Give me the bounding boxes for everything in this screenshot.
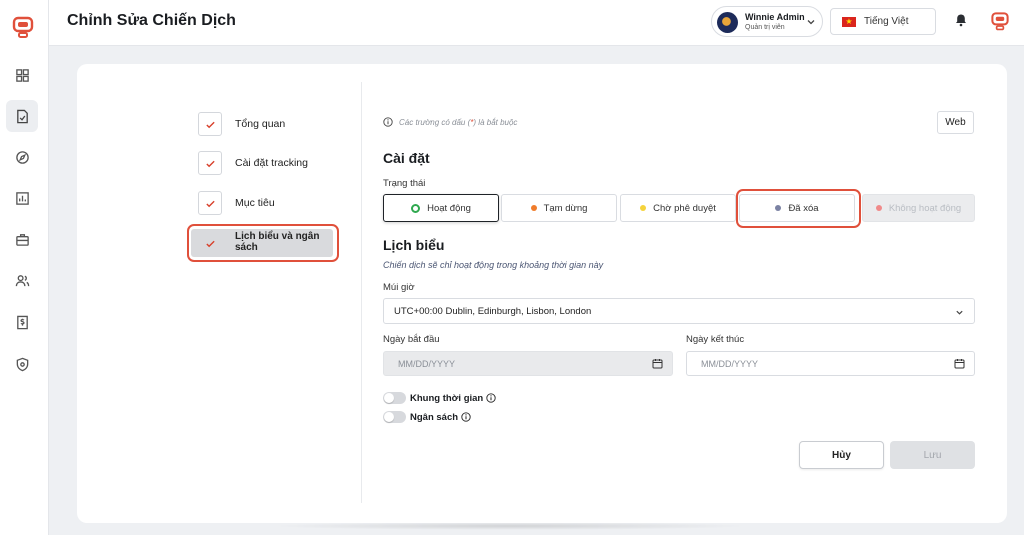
step-tracking-settings[interactable]: Cài đặt tracking [198,151,308,175]
step-label: Cài đặt tracking [235,157,308,169]
status-inactive-option: Không hoạt động [862,194,975,222]
status-label: Không hoạt động [888,202,962,214]
sidebar-item-explore[interactable] [6,141,38,173]
status-paused-option[interactable]: Tạm dừng [501,194,617,222]
card-shadow [270,522,750,530]
end-date-label: Ngày kết thúc [686,334,745,345]
start-date-input[interactable]: MM/DD/YYYY [383,351,673,376]
start-date-placeholder: MM/DD/YYYY [398,359,456,369]
users-icon [15,274,29,286]
schedule-title: Lịch biểu [383,237,445,253]
chart-icon [15,191,29,205]
user-role: Quản trị viên [745,24,785,31]
language-selector[interactable]: ★ Tiếng Việt [830,8,936,35]
step-check [198,112,222,136]
check-icon [205,200,215,207]
step-check [198,191,222,215]
budget-label: Ngân sách [410,411,459,423]
timezone-value: UTC+00:00 Dublin, Edinburgh, Lisbon, Lon… [394,306,592,317]
required-note-prefix: Các trường có dấu ( [399,117,471,127]
status-label: Chờ phê duyệt [653,202,716,214]
timeframe-toggle[interactable] [383,392,406,404]
status-label: Tạm dừng [543,202,588,214]
status-pending-option[interactable]: Chờ phê duyệt [620,194,736,222]
info-icon [383,117,393,127]
step-label: Tổng quan [235,118,286,130]
timezone-label: Múi giờ [383,282,415,293]
web-button[interactable]: Web [937,111,974,134]
timeframe-label: Khung thời gian [410,392,484,404]
check-icon [205,160,215,167]
invoice-icon [16,315,28,329]
end-date-placeholder: MM/DD/YYYY [701,359,759,369]
status-dot [530,205,537,211]
robot-logo-icon[interactable] [989,10,1011,32]
info-icon[interactable] [461,412,471,422]
language-label: Tiếng Việt [864,16,909,27]
sidebar-item-users[interactable] [6,264,38,296]
status-dot [411,203,421,213]
chevron-down-icon [807,20,815,25]
status-label: Trạng thái [383,178,426,189]
step-check [198,151,222,175]
vietnam-flag-icon: ★ [842,17,856,27]
timeframe-toggle-row: Khung thời gian [383,392,496,404]
highlight-outline [736,189,861,228]
status-label: Hoạt động [427,202,471,214]
sidebar-item-campaigns[interactable] [6,100,38,132]
sidebar-item-reports[interactable] [6,182,38,214]
calendar-icon[interactable] [954,358,965,369]
step-goals[interactable]: Mục tiêu [198,191,275,215]
budget-toggle[interactable] [383,411,406,423]
schedule-subtitle: Chiến dịch sẽ chỉ hoạt động trong khoảng… [383,260,604,270]
top-header: Chỉnh Sửa Chiến Dịch Winnie Admin Quản t… [49,0,1024,46]
end-date-input[interactable]: MM/DD/YYYY [686,351,975,376]
required-note-suffix: ) là bắt buộc [473,117,518,127]
sidebar-item-billing[interactable] [6,306,38,338]
briefcase-icon [15,233,29,246]
status-dot [640,205,647,211]
info-icon[interactable] [486,393,496,403]
check-icon [205,121,215,128]
highlight-outline [187,224,339,262]
sidebar-item-tools[interactable] [6,223,38,255]
status-dot [875,205,882,211]
divider [361,82,362,503]
cancel-button[interactable]: Hủy [799,441,884,469]
budget-toggle-row: Ngân sách [383,411,471,423]
save-button[interactable]: Lưu [890,441,975,469]
user-menu[interactable]: Winnie Admin Quản trị viên [711,6,823,37]
robot-logo-icon[interactable] [10,14,36,40]
start-date-label: Ngày bắt đầu [383,334,440,345]
step-label: Mục tiêu [235,197,275,209]
timezone-select[interactable]: UTC+00:00 Dublin, Edinburgh, Lisbon, Lon… [383,298,975,324]
sidebar [0,0,49,535]
edit-campaign-card: Tổng quan Cài đặt tracking Mục tiêu Lịch… [77,64,1007,523]
avatar [717,12,738,33]
status-active-option[interactable]: Hoạt động [383,194,499,222]
compass-icon [15,150,29,164]
step-overview[interactable]: Tổng quan [198,112,285,136]
required-note: Các trường có dấu ( * ) là bắt buộc [383,117,517,127]
calendar-icon[interactable] [652,358,663,369]
dashboard-icon [15,68,29,82]
chevron-down-icon [956,310,963,315]
shield-icon [16,357,28,371]
settings-title: Cài đặt [383,150,430,166]
document-icon [16,109,28,123]
user-name: Winnie Admin [745,12,805,22]
page-title: Chỉnh Sửa Chiến Dịch [67,12,236,29]
bell-icon[interactable] [954,13,968,27]
sidebar-item-security[interactable] [6,348,38,380]
sidebar-item-dashboard[interactable] [6,59,38,91]
